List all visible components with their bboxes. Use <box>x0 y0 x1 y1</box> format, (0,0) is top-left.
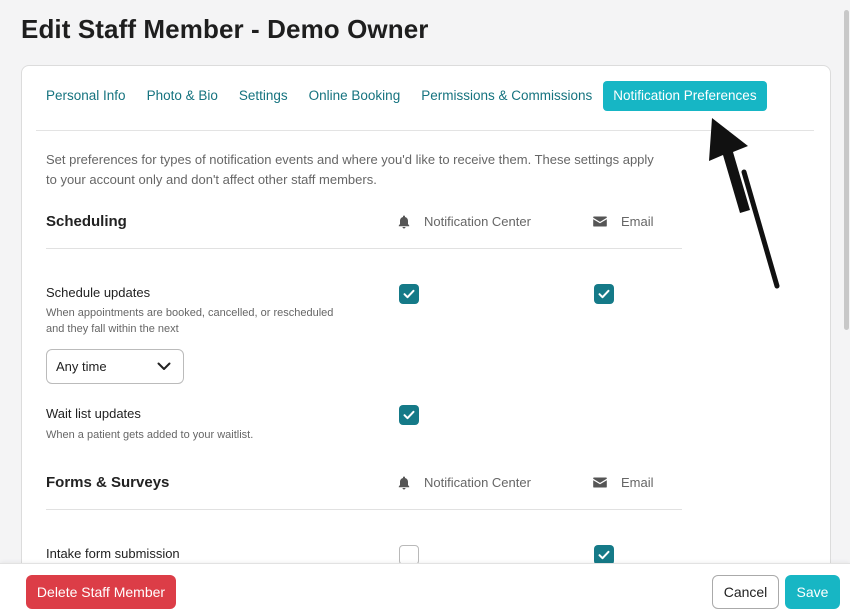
schedule-updates-description: When appointments are booked, cancelled,… <box>46 307 334 335</box>
annotation-arrow <box>709 118 780 289</box>
tab-photo-bio[interactable]: Photo & Bio <box>137 81 228 111</box>
scrollbar-thumb[interactable] <box>844 10 849 330</box>
mail-icon <box>593 216 607 227</box>
tab-permissions-commissions[interactable]: Permissions & Commissions <box>411 81 602 111</box>
col-label-email: Email <box>621 475 654 490</box>
page-scrollbar[interactable] <box>842 0 850 563</box>
wait-list-updates-title: Wait list updates <box>46 406 141 421</box>
delete-staff-member-button[interactable]: Delete Staff Member <box>26 575 176 609</box>
mail-icon <box>593 477 607 488</box>
chevron-down-icon <box>157 362 171 370</box>
col-label-notification-center: Notification Center <box>424 214 531 229</box>
timeframe-select-value: Any time <box>56 359 107 374</box>
save-button[interactable]: Save <box>785 575 840 609</box>
intake-form-notification-checkbox[interactable] <box>399 545 419 565</box>
schedule-updates-title: Schedule updates <box>46 285 151 300</box>
section-title-forms-surveys: Forms & Surveys <box>46 474 170 491</box>
footer-bar: Delete Staff Member Cancel Save <box>0 563 850 612</box>
col-head-email: Email <box>593 475 654 490</box>
bell-icon <box>398 215 410 228</box>
tab-notification-preferences[interactable]: Notification Preferences <box>603 81 767 111</box>
check-icon <box>403 289 415 299</box>
page-title: Edit Staff Member - Demo Owner <box>21 14 429 44</box>
check-icon <box>598 289 610 299</box>
section-title-scheduling: Scheduling <box>46 213 127 230</box>
col-head-notification-center: Notification Center <box>398 214 531 229</box>
forms-section-header: Forms & Surveys Notification Center Emai… <box>46 474 682 510</box>
bell-icon <box>398 476 410 489</box>
intake-form-email-checkbox[interactable] <box>594 545 614 565</box>
wait-list-updates-description: When a patient gets added to your waitli… <box>46 429 254 441</box>
tab-personal-info[interactable]: Personal Info <box>36 81 136 111</box>
col-head-notification-center: Notification Center <box>398 475 531 490</box>
col-label-notification-center: Notification Center <box>424 475 531 490</box>
check-icon <box>598 550 610 560</box>
tab-bar: Personal Info Photo & Bio Settings Onlin… <box>36 81 814 131</box>
schedule-updates-email-checkbox[interactable] <box>594 284 614 304</box>
col-label-email: Email <box>621 214 654 229</box>
intake-form-title: Intake form submission <box>46 546 180 561</box>
scheduling-section-header: Scheduling Notification Center Email <box>46 213 682 249</box>
timeframe-select[interactable]: Any time <box>46 349 184 384</box>
cancel-button[interactable]: Cancel <box>712 575 779 609</box>
tab-settings[interactable]: Settings <box>229 81 298 111</box>
intro-text: Set preferences for types of notificatio… <box>46 152 654 187</box>
check-icon <box>403 410 415 420</box>
schedule-updates-notification-checkbox[interactable] <box>399 284 419 304</box>
tab-online-booking[interactable]: Online Booking <box>299 81 411 111</box>
wait-list-notification-checkbox[interactable] <box>399 405 419 425</box>
col-head-email: Email <box>593 214 654 229</box>
